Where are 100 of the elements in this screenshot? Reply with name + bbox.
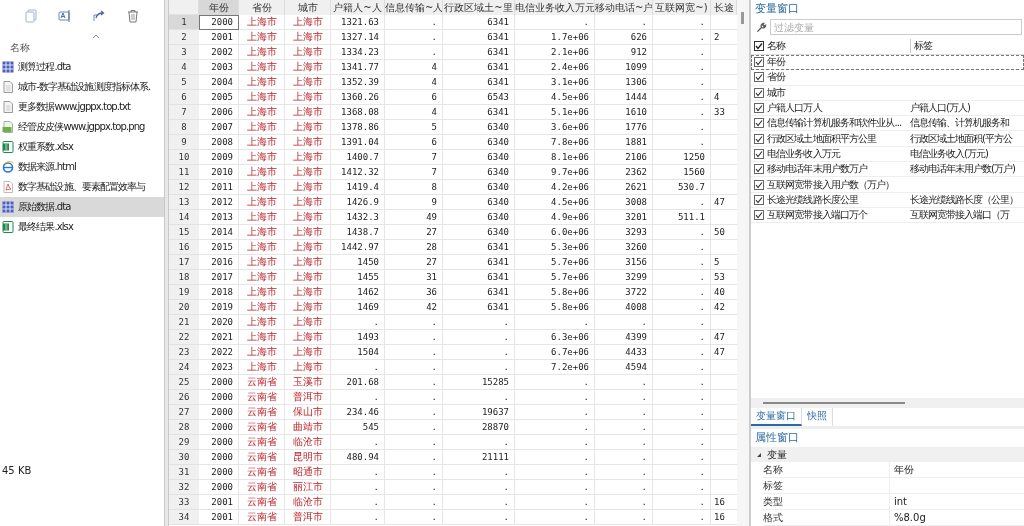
table-cell: 3722 — [595, 285, 653, 300]
row-number[interactable]: 17 — [169, 255, 199, 270]
scrollbar-thumb[interactable] — [763, 402, 905, 404]
row-number[interactable]: 28 — [169, 420, 199, 435]
variable-row[interactable]: 互联网宽带接入用户数（万户） — [751, 177, 1024, 193]
table-cell: 6.3e+06 — [515, 330, 595, 345]
tab[interactable]: 快照 — [802, 408, 833, 426]
row-number[interactable]: 2 — [169, 30, 199, 45]
column-header[interactable]: 名称 — [0, 39, 30, 57]
file-item[interactable]: 数据来源.html — [0, 157, 164, 177]
checkbox[interactable] — [754, 148, 764, 159]
row-number[interactable]: 8 — [169, 120, 199, 135]
column-header[interactable]: 户籍人~人 — [331, 0, 385, 15]
row-number[interactable]: 16 — [169, 240, 199, 255]
row-number[interactable]: 15 — [169, 225, 199, 240]
column-header[interactable]: 电信业务收入万元 — [515, 0, 595, 15]
row-number[interactable]: 20 — [169, 300, 199, 315]
variable-row[interactable]: 信息传输计算机服务和软件业从... 信息传输、计算机服务和 — [751, 116, 1024, 132]
variable-row[interactable]: 互联网宽带接入端口万个 互联网宽带接入端口（万 — [751, 207, 1024, 224]
expand-triangle-icon[interactable] — [756, 451, 762, 458]
checkbox[interactable] — [754, 103, 764, 114]
row-number[interactable]: 7 — [169, 105, 199, 120]
tab[interactable]: 变量窗口 — [751, 408, 802, 426]
table-cell: 2003 — [199, 60, 239, 75]
delete-icon[interactable] — [126, 9, 140, 23]
row-number[interactable]: 27 — [169, 405, 199, 420]
variable-row[interactable]: 长途光缆线路长度公里 长途光缆线路长度（公里） — [751, 192, 1024, 208]
row-number[interactable]: 24 — [169, 360, 199, 375]
variable-row[interactable]: 电信业务收入万元 电信业务收入(万元) — [751, 146, 1024, 163]
row-number[interactable]: 30 — [169, 450, 199, 465]
row-number[interactable]: 3 — [169, 45, 199, 60]
row-number[interactable]: 23 — [169, 345, 199, 360]
checkbox[interactable] — [754, 210, 764, 221]
row-number[interactable]: 18 — [169, 270, 199, 285]
row-number[interactable]: 25 — [169, 375, 199, 390]
checkbox[interactable] — [754, 57, 764, 68]
variable-row[interactable]: 户籍人口万人 户籍人口(万人) — [751, 100, 1024, 117]
file-item[interactable]: 最终结果.xlsx — [0, 217, 164, 237]
checkbox[interactable] — [754, 87, 764, 98]
row-number[interactable]: 13 — [169, 195, 199, 210]
table-cell: 上海市 — [285, 345, 331, 360]
filter-field[interactable]: 过滤变量 — [770, 19, 1022, 35]
table-cell: 6341 — [443, 285, 515, 300]
row-number[interactable]: 9 — [169, 135, 199, 150]
checkbox[interactable] — [754, 41, 764, 51]
table-cell: 云南省 — [239, 480, 285, 495]
checkbox[interactable] — [754, 194, 764, 205]
row-number[interactable]: 33 — [169, 495, 199, 510]
table-cell: 545 — [331, 420, 385, 435]
table-cell: 6543 — [443, 90, 515, 105]
column-header[interactable]: 年份 — [199, 0, 239, 15]
row-number[interactable]: 1 — [169, 15, 199, 30]
checkbox[interactable] — [754, 179, 764, 190]
checkbox[interactable] — [754, 72, 764, 83]
row-number[interactable]: 4 — [169, 60, 199, 75]
row-number[interactable]: 32 — [169, 480, 199, 495]
column-header[interactable]: 互联网宽~) — [653, 0, 711, 15]
table-cell: 6341 — [443, 15, 515, 30]
rename-icon[interactable] — [58, 9, 72, 23]
row-number[interactable]: 6 — [169, 90, 199, 105]
row-number[interactable]: 10 — [169, 150, 199, 165]
row-number[interactable]: 19 — [169, 285, 199, 300]
file-item[interactable]: 经管皮皮侠www.jgppx.top.png — [0, 117, 164, 137]
variable-row[interactable]: 年份 — [751, 55, 1024, 71]
checkbox[interactable] — [754, 118, 764, 129]
row-number[interactable]: 5 — [169, 75, 199, 90]
column-header[interactable]: 城市 — [285, 0, 331, 15]
row-number[interactable]: 26 — [169, 390, 199, 405]
row-number[interactable]: 29 — [169, 435, 199, 450]
column-header[interactable]: 名称 — [767, 39, 910, 53]
corner-cell[interactable] — [169, 0, 199, 15]
file-item[interactable]: 城市-数字基础设施测度指标体系. — [0, 77, 164, 97]
row-number[interactable]: 12 — [169, 180, 199, 195]
share-icon[interactable] — [92, 9, 106, 23]
file-item[interactable]: 数字基础设施、要素配置效率与 — [0, 177, 164, 197]
file-item[interactable]: 测算过程.dta — [0, 57, 164, 77]
wrench-icon[interactable] — [756, 21, 767, 33]
column-header[interactable]: 省份 — [239, 0, 285, 15]
row-number[interactable]: 22 — [169, 330, 199, 345]
checkbox[interactable] — [754, 164, 764, 175]
row-number[interactable]: 14 — [169, 210, 199, 225]
variable-row[interactable]: 城市 — [751, 85, 1024, 101]
row-number[interactable]: 34 — [169, 510, 199, 525]
variable-label: 信息传输、计算机服务和 — [910, 117, 1009, 129]
column-header[interactable]: 长途 — [711, 0, 737, 15]
table-cell: 511.1 — [653, 210, 711, 225]
row-number[interactable]: 11 — [169, 165, 199, 180]
variable-row[interactable]: 省份 — [751, 70, 1024, 86]
file-item[interactable]: 更多数据www.jgppx.top.txt — [0, 97, 164, 117]
scrollbar-thumb[interactable] — [741, 12, 744, 24]
variable-row[interactable]: 移动电话年末用户数万户 移动电话年末用户数(万户) — [751, 162, 1024, 178]
variable-row[interactable]: 行政区域土地面积平方公里 行政区域土地面积(平方公 — [751, 131, 1024, 147]
column-header[interactable]: 标签 — [910, 39, 1024, 53]
column-header[interactable]: 移动电话~户 — [595, 0, 653, 15]
file-item[interactable]: 原始数据.dta — [0, 197, 164, 217]
checkbox[interactable] — [754, 133, 764, 144]
column-header[interactable]: 行政区域土~里 — [443, 0, 515, 15]
row-number[interactable]: 31 — [169, 465, 199, 480]
file-item[interactable]: 权重系数.xlsx — [0, 137, 164, 157]
row-number[interactable]: 21 — [169, 315, 199, 330]
